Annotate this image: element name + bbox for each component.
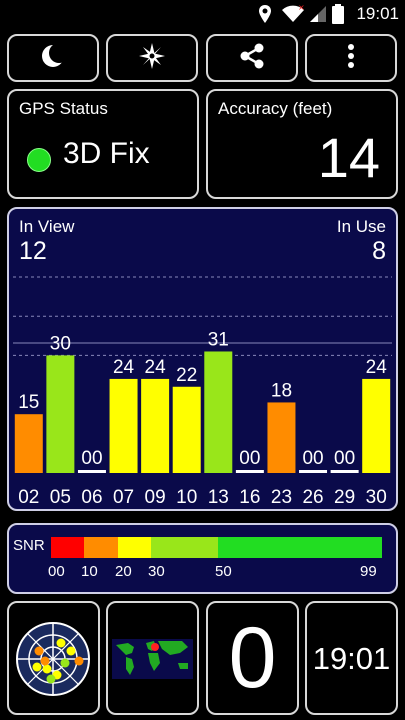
bar-value-label: 00 bbox=[302, 448, 323, 469]
snr-bar bbox=[362, 378, 391, 473]
world-map-tile[interactable] bbox=[106, 601, 199, 715]
share-icon bbox=[239, 43, 265, 74]
bar-value-label: 00 bbox=[334, 448, 355, 469]
satellite-id-label: 07 bbox=[113, 487, 134, 508]
svg-text:×: × bbox=[298, 4, 305, 12]
satellite-id-label: 30 bbox=[366, 487, 387, 508]
fix-indicator bbox=[27, 148, 51, 172]
snr-tick-label: 30 bbox=[148, 563, 165, 580]
satellite-id-label: 10 bbox=[176, 487, 197, 508]
snr-tick-label: 99 bbox=[360, 563, 377, 580]
share-button[interactable] bbox=[206, 34, 298, 82]
sky-view-tile[interactable] bbox=[7, 601, 100, 715]
satellite-id-label: 09 bbox=[145, 487, 166, 508]
accuracy-value: 14 bbox=[317, 126, 380, 189]
satellite-id-label: 23 bbox=[271, 487, 292, 508]
bar-value-label: 24 bbox=[366, 357, 388, 378]
snr-bar bbox=[299, 470, 328, 473]
snr-bar bbox=[141, 378, 170, 473]
snr-bar bbox=[204, 351, 233, 473]
wifi-icon: × bbox=[281, 3, 305, 29]
snr-tick-label: 10 bbox=[81, 563, 98, 580]
bar-value-label: 18 bbox=[271, 380, 292, 401]
bar-value-label: 30 bbox=[50, 333, 71, 354]
count-tile[interactable]: 0 bbox=[206, 601, 299, 715]
snr-color-segment bbox=[51, 537, 84, 558]
status-clock: 19:01 bbox=[356, 4, 399, 23]
bar-value-label: 24 bbox=[113, 357, 135, 378]
moon-icon bbox=[40, 42, 69, 74]
bar-value-label: 15 bbox=[18, 392, 39, 413]
compass-icon bbox=[138, 42, 166, 75]
satellite-id-label: 29 bbox=[334, 487, 355, 508]
bar-value-label: 00 bbox=[239, 448, 260, 469]
satellite-bar-chart: 15 02 30 05 00 06 24 07 24 09 22 10 31 13 00 16 18 23 00 26… bbox=[13, 276, 392, 508]
radar-icon bbox=[16, 622, 90, 696]
satellite-id-label: 05 bbox=[50, 487, 71, 508]
status-bar: × 19:01 bbox=[0, 0, 405, 28]
time-tile[interactable]: 19:01 bbox=[305, 601, 398, 715]
satellite-id-label: 13 bbox=[208, 487, 229, 508]
snr-label: SNR bbox=[13, 537, 45, 554]
snr-bar bbox=[109, 378, 138, 473]
gps-status-card: GPS Status 3D Fix bbox=[7, 89, 199, 199]
snr-bar bbox=[14, 414, 43, 473]
signal-icon bbox=[308, 4, 328, 29]
battery-icon bbox=[332, 4, 344, 29]
accuracy-card: Accuracy (feet) 14 bbox=[206, 89, 398, 199]
night-mode-button[interactable] bbox=[7, 34, 99, 82]
satellite-chart-panel: In View 12 In Use 8 15 02 30 05 00 06 24 07 24 09… bbox=[7, 207, 398, 511]
satellite-id-label: 02 bbox=[18, 487, 39, 508]
snr-bar bbox=[235, 470, 264, 473]
bar-value-label: 31 bbox=[208, 329, 229, 350]
satellite-id-label: 16 bbox=[239, 487, 260, 508]
satellite-id-label: 06 bbox=[81, 487, 102, 508]
snr-bar bbox=[172, 386, 201, 473]
count-value: 0 bbox=[228, 610, 277, 706]
satellite-id-label: 26 bbox=[302, 487, 323, 508]
snr-bar bbox=[46, 355, 75, 473]
snr-color-segment bbox=[218, 537, 382, 558]
world-map-icon bbox=[112, 639, 193, 679]
snr-tick-label: 20 bbox=[115, 563, 132, 580]
more-vert-icon bbox=[347, 43, 355, 73]
more-options-button[interactable] bbox=[305, 34, 397, 82]
snr-legend-panel: SNR 00 10 20 30 50 99 bbox=[7, 523, 398, 594]
accuracy-title: Accuracy (feet) bbox=[218, 99, 333, 118]
fix-status-value: 3D Fix bbox=[63, 137, 150, 170]
snr-tick-label: 00 bbox=[48, 563, 65, 580]
bar-value-label: 00 bbox=[81, 448, 102, 469]
location-icon bbox=[258, 4, 272, 29]
bar-value-label: 24 bbox=[145, 357, 167, 378]
snr-color-segment bbox=[118, 537, 151, 558]
compass-button[interactable] bbox=[106, 34, 198, 82]
bar-value-label: 22 bbox=[176, 365, 197, 386]
snr-color-segment bbox=[84, 537, 118, 558]
gps-status-title: GPS Status bbox=[19, 99, 108, 118]
snr-bar bbox=[77, 470, 106, 473]
snr-tick-label: 50 bbox=[215, 563, 232, 580]
snr-color-segment bbox=[151, 537, 218, 558]
snr-bar bbox=[267, 402, 296, 473]
time-value: 19:01 bbox=[312, 641, 391, 676]
snr-bar bbox=[330, 470, 359, 473]
